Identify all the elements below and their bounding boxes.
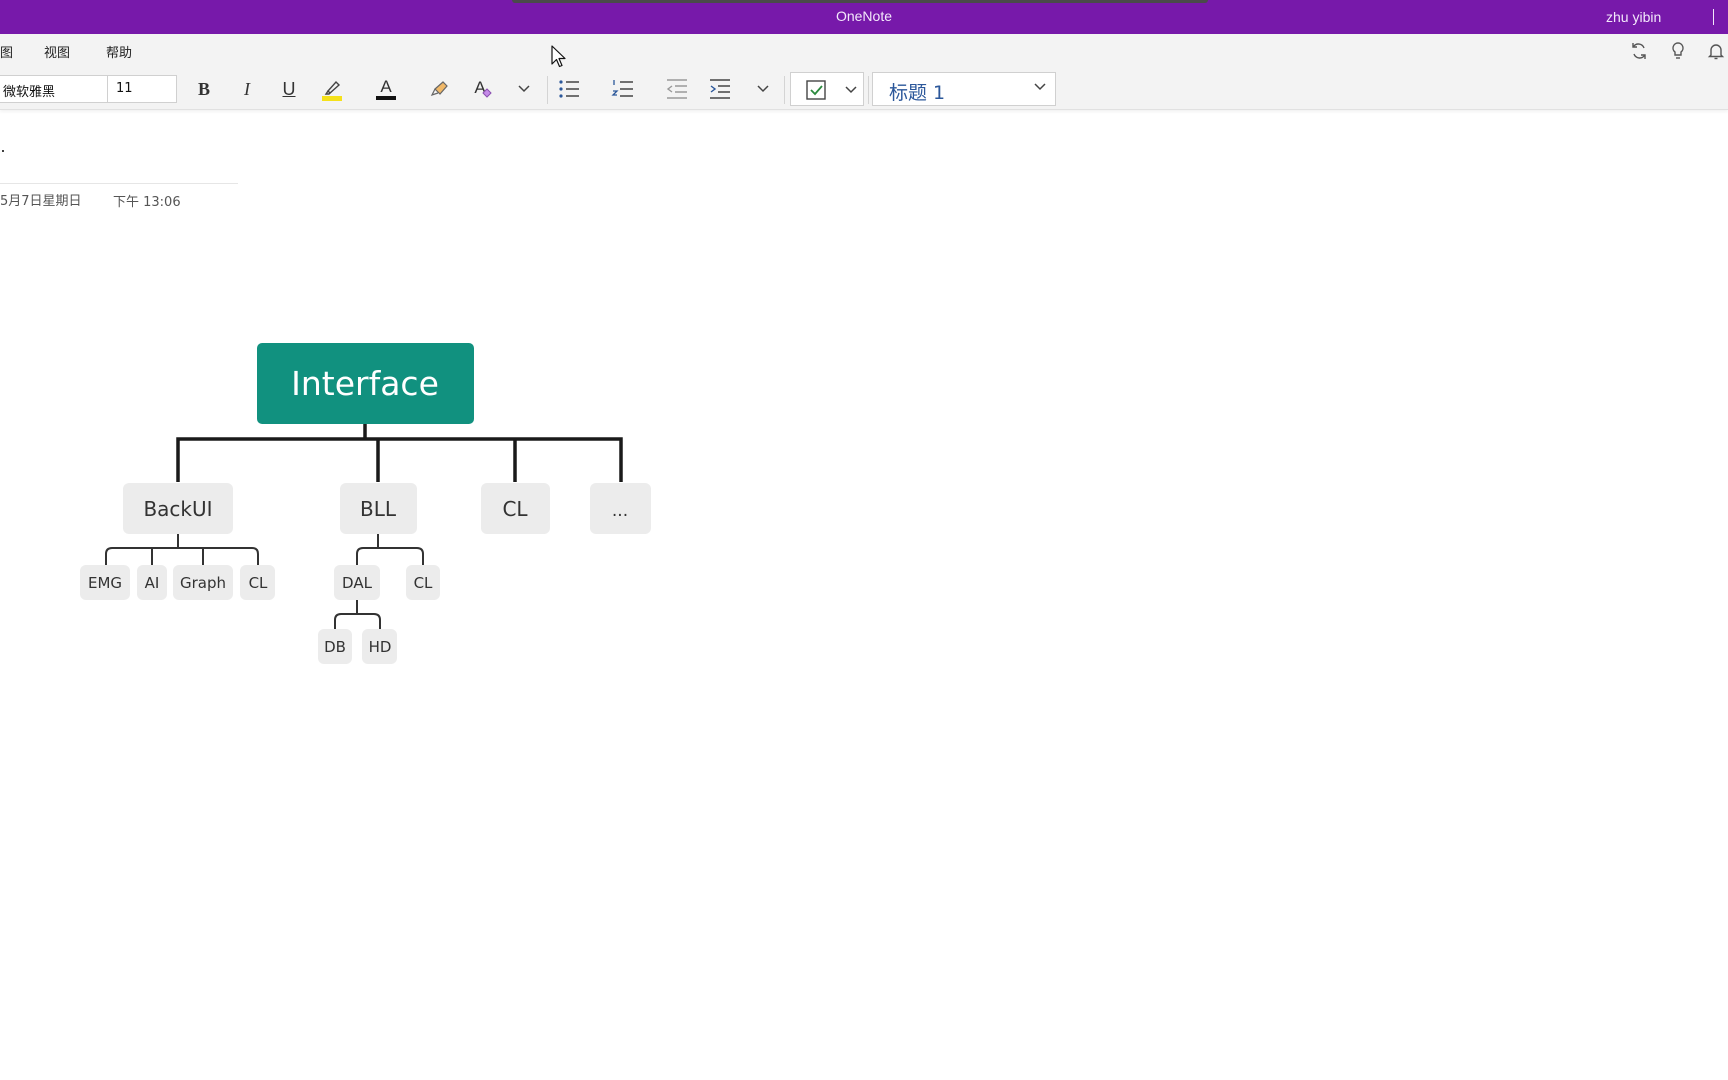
toolbar-separator [784, 76, 785, 104]
style-select[interactable]: 标题 1 [872, 72, 1056, 106]
mind-map-label-cl: CL [502, 497, 528, 521]
increase-indent-icon [710, 79, 730, 99]
chevron-down-icon [757, 85, 769, 93]
mind-map-label-graph: Graph [180, 574, 226, 592]
increase-indent-button[interactable] [705, 75, 735, 103]
mind-map-label-backui-cl: CL [249, 574, 268, 592]
sync-icon[interactable] [1629, 41, 1649, 61]
mind-map-label-bll: BLL [360, 497, 397, 521]
chevron-down-icon [1034, 83, 1046, 91]
mind-map-image[interactable]: Interface BackUI BLL CL ... EMG AI Graph… [0, 0, 700, 700]
more-paragraph-button[interactable] [750, 75, 776, 103]
mind-map-label-emg: EMG [88, 574, 122, 592]
lightbulb-icon[interactable] [1668, 41, 1688, 61]
chevron-down-icon [845, 86, 857, 94]
user-name[interactable]: zhu yibin [1606, 9, 1661, 25]
title-divider [1713, 9, 1714, 25]
bell-icon[interactable] [1706, 41, 1726, 61]
todo-tag-button[interactable] [790, 72, 864, 106]
mind-map-label-bll-cl: CL [414, 574, 433, 592]
mind-map-label-db: DB [324, 638, 346, 656]
checkbox-icon [806, 80, 826, 100]
style-select-value: 标题 1 [889, 82, 946, 104]
mind-map-label-hd: HD [369, 638, 392, 656]
mind-map-label-ai: AI [145, 574, 160, 592]
mind-map-connectors [176, 422, 623, 482]
mind-map-label-backui: BackUI [143, 497, 212, 521]
mind-map-label-more: ... [612, 501, 628, 521]
mind-map-root-label: Interface [291, 364, 439, 403]
toolbar-separator [868, 76, 869, 104]
mind-map-label-dal: DAL [342, 574, 373, 592]
